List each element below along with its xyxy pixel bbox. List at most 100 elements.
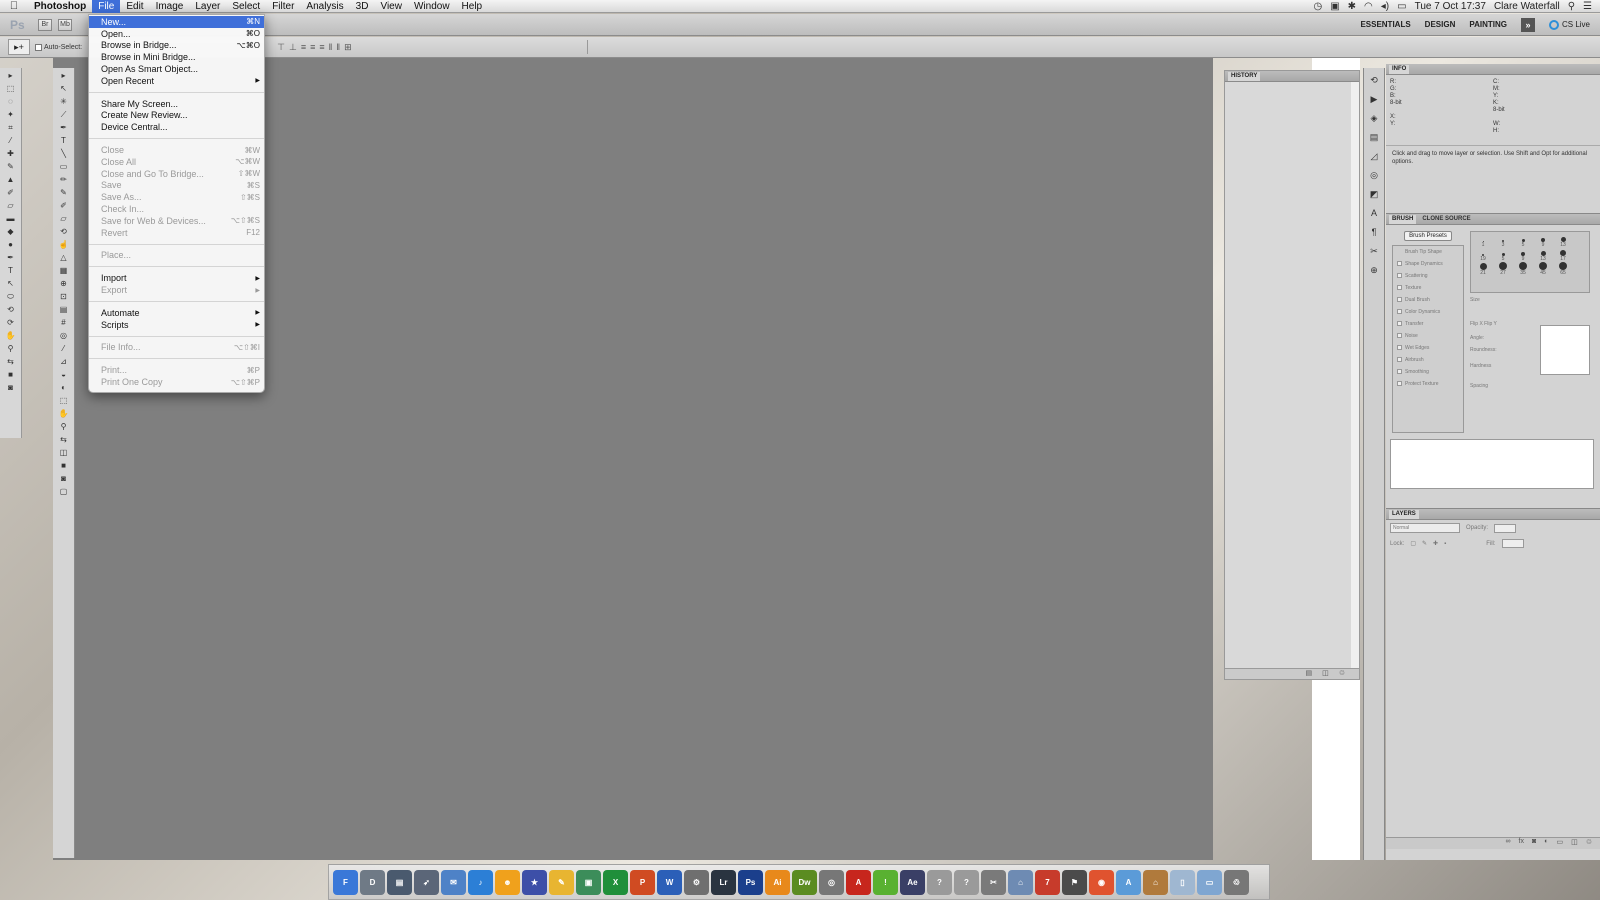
dock-app-icon[interactable]: Ai	[765, 869, 790, 895]
brush-tip-grid[interactable]: 1 3 5 9 13 19 5 9 13 17 21 27 35 45 65	[1470, 231, 1590, 293]
measurement-panel-icon[interactable]: ▤	[1367, 132, 1381, 144]
new-layer-icon[interactable]: ◫	[1571, 838, 1578, 849]
histogram-panel-icon[interactable]: ◿	[1367, 151, 1381, 163]
brush-tip-cell[interactable]: 5	[1493, 248, 1513, 262]
menu-analysis[interactable]: Analysis	[300, 0, 349, 13]
burn-tool-icon[interactable]: ◐	[57, 382, 71, 393]
hand-tool-icon[interactable]: ✋	[4, 330, 18, 341]
brush-option[interactable]: Smoothing	[1393, 366, 1463, 378]
dock-app-icon[interactable]: ⌂	[1143, 869, 1168, 895]
lock-pixels-icon[interactable]: ✎	[1422, 540, 1427, 547]
brush-tip-cell[interactable]: 35	[1513, 262, 1533, 276]
brush-tip-cell[interactable]: 19	[1473, 248, 1493, 262]
dock-app-icon[interactable]: !	[873, 869, 898, 895]
brush-option[interactable]: Transfer	[1393, 318, 1463, 330]
brush-option[interactable]: Airbrush	[1393, 354, 1463, 366]
tab-clone-source[interactable]: CLONE SOURCE	[1419, 215, 1473, 224]
wifi-icon[interactable]: ◠	[1364, 1, 1373, 12]
dock-app-icon[interactable]: ⚑	[1062, 869, 1087, 895]
dock-app-icon[interactable]: ⌂	[1008, 869, 1033, 895]
distribute-left-icon[interactable]: ‖	[329, 42, 333, 53]
tool-preset-picker[interactable]: ▸+	[8, 39, 30, 55]
rotate-view-tool-icon[interactable]: ⟲	[57, 226, 71, 237]
tab-info[interactable]: INFO	[1389, 64, 1410, 74]
3d-camera-tool-icon[interactable]: ◎	[57, 330, 71, 341]
dock-app-icon[interactable]: P	[630, 869, 655, 895]
color-swatch-icon[interactable]: ■	[4, 369, 18, 380]
3d-rotate-tool-icon[interactable]: ⟲	[4, 304, 18, 315]
new-document-from-state-icon[interactable]: ▤	[1305, 669, 1312, 679]
volume-icon[interactable]: ◂)	[1381, 1, 1389, 12]
workspace-painting[interactable]: PAINTING	[1469, 20, 1507, 29]
dock-app-icon[interactable]: Lr	[711, 869, 736, 895]
menu-select[interactable]: Select	[226, 0, 266, 13]
spotlight-icon[interactable]: ⚲	[1568, 1, 1575, 12]
bluetooth-icon[interactable]: ✱	[1348, 1, 1356, 12]
tool-presets-panel-icon[interactable]: ✂	[1367, 246, 1381, 258]
dock-app-icon[interactable]: ♲	[1224, 869, 1249, 895]
zoom-tool-icon[interactable]: ⚲	[57, 421, 71, 432]
menu-filter[interactable]: Filter	[266, 0, 300, 13]
menubar-clock[interactable]: Tue 7 Oct 17:37	[1415, 1, 1486, 12]
layer-mask-icon[interactable]: ◙	[1532, 838, 1536, 849]
file-menu-item[interactable]: Share My Screen...	[89, 98, 264, 110]
time-machine-icon[interactable]: ◷	[1313, 1, 1322, 12]
eraser-tool-icon[interactable]: ▱	[57, 213, 71, 224]
align-bottom-icon[interactable]: ≡	[301, 42, 306, 53]
app-menu[interactable]: Photoshop	[28, 0, 92, 13]
paragraph-panel-icon[interactable]: ¶	[1367, 227, 1381, 239]
distribute-vcenter-icon[interactable]: ≡	[319, 42, 324, 53]
foreground-color-icon[interactable]: ■	[57, 460, 71, 471]
lock-transparency-icon[interactable]: ▢	[1410, 540, 1416, 547]
type-tool-icon[interactable]: T	[4, 265, 18, 276]
brush-option-checkbox[interactable]	[1397, 297, 1402, 302]
display-icon[interactable]: ▣	[1330, 1, 1339, 12]
brush-tool-icon[interactable]: ✎	[57, 187, 71, 198]
sponge-tool-icon[interactable]: ▦	[57, 265, 71, 276]
menu-edit[interactable]: Edit	[120, 0, 149, 13]
link-layers-icon[interactable]: ∞	[1506, 838, 1511, 849]
workspace-design[interactable]: DESIGN	[1425, 20, 1456, 29]
file-menu-item[interactable]: Browse in Bridge... ⌥⌘O	[89, 40, 264, 52]
path-select-tool-icon[interactable]: ↖	[4, 278, 18, 289]
brush-tip-cell[interactable]: 17	[1553, 248, 1573, 262]
brush-option-checkbox[interactable]	[1397, 321, 1402, 326]
file-menu-item[interactable]: New... ⌘N	[89, 16, 264, 28]
brush-option[interactable]: Scattering	[1393, 270, 1463, 282]
dock-app-icon[interactable]: ✎	[549, 869, 574, 895]
pencil-tool-icon[interactable]: ✏	[57, 174, 71, 185]
eraser-tool-icon[interactable]: ▱	[4, 200, 18, 211]
clone-tool-icon[interactable]: ⊕	[57, 278, 71, 289]
file-menu-item[interactable]: Open As Smart Object...	[89, 63, 264, 75]
brush-option[interactable]: Brush Tip Shape	[1393, 246, 1463, 258]
auto-align-icon[interactable]: ⊞	[344, 42, 352, 53]
patch-tool-icon[interactable]: ⊡	[57, 291, 71, 302]
3d-panel-icon[interactable]: ◈	[1367, 113, 1381, 125]
layer-style-icon[interactable]: fx	[1519, 838, 1524, 849]
list-icon[interactable]: ☰	[1583, 1, 1592, 12]
menu-file[interactable]: File	[92, 0, 121, 13]
dodge-tool-icon[interactable]: ●	[4, 239, 18, 250]
lock-position-icon[interactable]: ✚	[1433, 540, 1438, 547]
auto-select-checkbox[interactable]	[35, 43, 42, 51]
navigator-panel-icon[interactable]: ◎	[1367, 170, 1381, 182]
marquee-tool-icon[interactable]: ⬚	[4, 83, 18, 94]
brush-option-checkbox[interactable]	[1397, 261, 1402, 266]
brush-option[interactable]: Dual Brush	[1393, 294, 1463, 306]
hand-tool-icon[interactable]: ✋	[57, 408, 71, 419]
move-tool-icon[interactable]: ▸	[57, 70, 71, 81]
launch-mini-bridge-button[interactable]: Mb	[58, 18, 72, 31]
brush-tip-cell[interactable]: 9	[1513, 248, 1533, 262]
brush-option-checkbox[interactable]	[1397, 273, 1402, 278]
dock-app-icon[interactable]: W	[657, 869, 682, 895]
color-panel-icon[interactable]: ◩	[1367, 189, 1381, 201]
menu-view[interactable]: View	[374, 0, 408, 13]
delete-layer-icon[interactable]: ♲	[1586, 838, 1592, 849]
history-panel-icon[interactable]: ⟲	[1367, 75, 1381, 87]
menu-help[interactable]: Help	[456, 0, 489, 13]
mixer-brush-tool-icon[interactable]: ✐	[57, 200, 71, 211]
file-menu-item[interactable]: Scripts ▶	[89, 319, 264, 331]
brush-option[interactable]: Shape Dynamics	[1393, 258, 1463, 270]
brush-tip-cell[interactable]: 3	[1493, 234, 1513, 248]
auto-select-option[interactable]: Auto-Select:	[35, 43, 82, 51]
